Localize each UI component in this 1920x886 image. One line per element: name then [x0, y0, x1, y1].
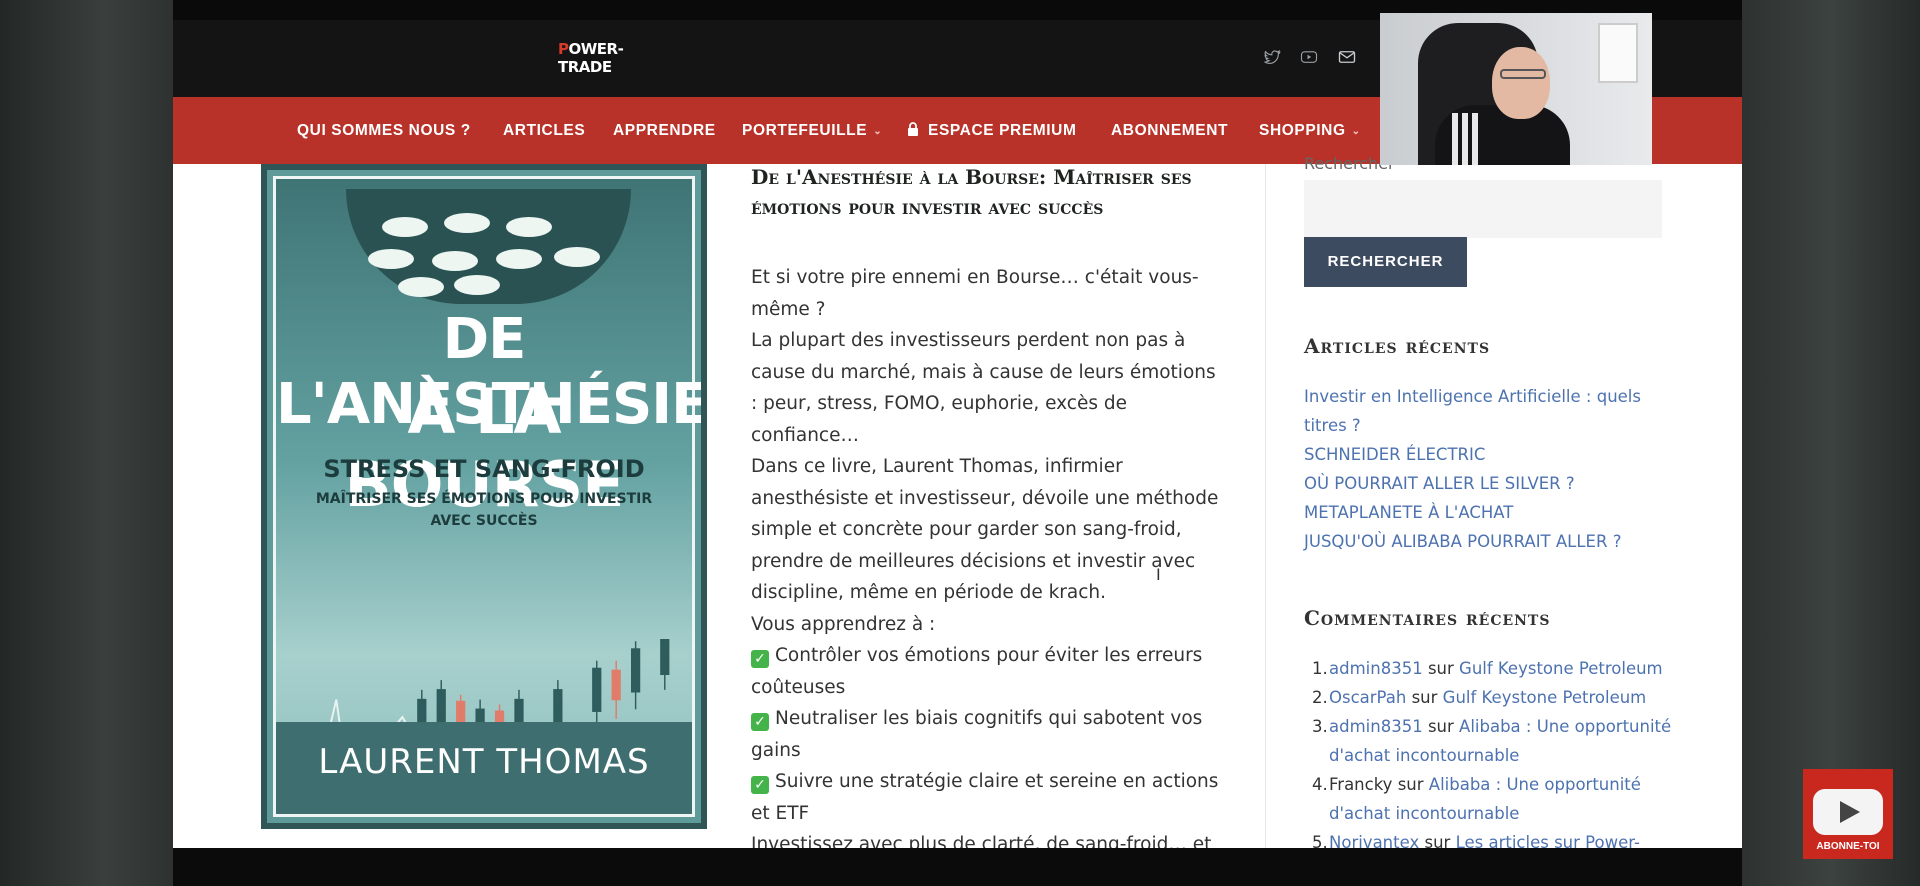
letterbox-bottom — [173, 848, 1742, 886]
surgical-lamp-graphic — [346, 189, 631, 304]
comment-number: 2. — [1312, 688, 1328, 707]
article-title: De l'Anesthésie à la Bourse: Maîtriser s… — [751, 165, 1192, 219]
comment-item: 3. admin8351 sur Alibaba : Une opportunit… — [1304, 712, 1674, 770]
bullet-text: Suivre une stratégie claire et sereine e… — [751, 771, 1219, 824]
bullet-text: Neutraliser les biais cognitifs qui sabo… — [751, 708, 1203, 761]
article-bullet-1: ✓ Contrôler vos émotions pour éviter les … — [751, 640, 1221, 703]
webcam-stripe — [1472, 113, 1478, 165]
lamp-bulb — [398, 277, 444, 297]
webcam-person-head — [1492, 47, 1550, 119]
lamp-bulb — [432, 251, 478, 271]
article-bullet-2: ✓ Neutraliser les biais cognitifs qui sab… — [751, 703, 1221, 766]
recent-article-link[interactable]: JUSQU'OÙ ALIBABA POURRAIT ALLER ? — [1304, 527, 1664, 556]
webcam-overlay — [1380, 13, 1652, 165]
nav-apprendre[interactable]: APPRENDRE — [613, 97, 716, 164]
book-tagline-1: MAÎTRISER SES ÉMOTIONS POUR INVESTIR — [315, 491, 653, 507]
comment-author-link[interactable]: admin8351 — [1329, 717, 1423, 736]
article-intro-2: La plupart des investisseurs perdent non… — [751, 330, 1216, 446]
text-cursor-icon: I — [1156, 565, 1161, 584]
nav-espace-premium[interactable]: ESPACE PREMIUM — [907, 97, 1077, 164]
nav-qui-sommes-nous[interactable]: QUI SOMMES NOUS ? — [297, 97, 471, 164]
comment-number: 5. — [1312, 833, 1328, 848]
lamp-bulb — [506, 217, 552, 237]
lamp-bulb — [496, 249, 542, 269]
comment-author-link[interactable]: Norivantex — [1329, 833, 1419, 848]
recent-article-link[interactable]: METAPLANETE À L'ACHAT — [1304, 498, 1664, 527]
webcam-stripe — [1462, 113, 1468, 165]
chevron-down-icon: ⌄ — [873, 126, 883, 137]
comment-sep: sur — [1411, 688, 1438, 707]
youtube-subscribe-badge[interactable]: ABONNE-TOI — [1803, 769, 1893, 859]
lamp-bulb — [382, 217, 428, 237]
article-closing: Investissez avec plus de clarté, de sang… — [751, 834, 1212, 848]
comment-item: 5. Norivantex sur Les articles sur Power- — [1304, 828, 1674, 848]
comment-author-link[interactable]: admin8351 — [1329, 659, 1423, 678]
article-learn-heading: Vous apprendrez à : — [751, 613, 936, 635]
subscribe-label: ABONNE-TOI — [1816, 841, 1880, 852]
article-body: Et si votre pire ennemi en Bourse… c'éta… — [751, 262, 1221, 848]
video-background-right — [1742, 0, 1920, 886]
comment-number: 1. — [1312, 659, 1328, 678]
recent-comments-title: Commentaires récents — [1304, 606, 1551, 630]
content-divider — [1265, 164, 1266, 848]
nav-abonnement[interactable]: ABONNEMENT — [1111, 97, 1228, 164]
lamp-bulb — [444, 213, 490, 233]
comment-number: 4. — [1312, 775, 1328, 794]
nav-espace-premium-label: ESPACE PREMIUM — [928, 122, 1077, 139]
recent-article-link[interactable]: Investir en Intelligence Artificielle : … — [1304, 382, 1664, 440]
play-triangle — [1840, 801, 1860, 823]
book-author: LAURENT THOMAS — [318, 742, 650, 782]
comment-sep: sur — [1427, 717, 1454, 736]
webcam-picture-frame — [1598, 23, 1638, 83]
comment-post-link[interactable]: Gulf Keystone Petroleum — [1459, 659, 1663, 678]
book-tagline-2: AVEC SUCCÈS — [430, 513, 538, 529]
youtube-play-icon — [1813, 789, 1883, 835]
recent-comments-list: 1. admin8351 sur Gulf Keystone Petroleum … — [1304, 654, 1674, 848]
webcam-stripe — [1452, 113, 1458, 165]
comment-sep: sur — [1397, 775, 1424, 794]
lamp-bulb — [554, 247, 600, 267]
search-button[interactable]: RECHERCHER — [1304, 237, 1467, 287]
book-subtitle: STRESS ET SANG-FROID — [323, 455, 645, 483]
comment-post-link[interactable]: Gulf Keystone Petroleum — [1443, 688, 1647, 707]
comment-sep: sur — [1424, 833, 1451, 848]
book-cover-image[interactable]: DE L'ANESTHÉSIE À LA BOURSE STRESS ET SA… — [261, 164, 707, 829]
comment-author: Francky — [1329, 775, 1393, 794]
comment-number: 3. — [1312, 717, 1328, 736]
nav-articles[interactable]: ARTICLES — [503, 97, 585, 164]
lamp-bulb — [368, 249, 414, 269]
recent-articles-title: Articles récents — [1304, 334, 1491, 358]
twitter-icon[interactable] — [1263, 48, 1283, 68]
comment-item: 1. admin8351 sur Gulf Keystone Petroleum — [1304, 654, 1674, 683]
comment-author-link[interactable]: OscarPah — [1329, 688, 1406, 707]
recent-article-link[interactable]: SCHNEIDER ÉLECTRIC — [1304, 440, 1664, 469]
mail-icon[interactable] — [1338, 48, 1358, 68]
video-background-left — [0, 0, 173, 886]
recent-article-link[interactable]: OÙ POURRAIT ALLER LE SILVER ? — [1304, 469, 1664, 498]
article-bullet-3: ✓ Suivre une stratégie claire et sereine … — [751, 766, 1221, 829]
logo-initial: P — [558, 40, 569, 58]
lock-icon — [907, 99, 919, 166]
article-intro-1: Et si votre pire ennemi en Bourse… c'éta… — [751, 267, 1199, 320]
recent-articles-list: Investir en Intelligence Artificielle : … — [1304, 382, 1664, 556]
logo-text: OWER-TRADE — [558, 40, 624, 76]
comment-sep: sur — [1427, 659, 1454, 678]
article-intro-3: Dans ce livre, Laurent Thomas, infirmier… — [751, 456, 1219, 603]
search-input[interactable] — [1304, 180, 1662, 238]
bullet-text: Contrôler vos émotions pour éviter les e… — [751, 645, 1203, 698]
check-icon: ✓ — [751, 776, 769, 794]
check-icon: ✓ — [751, 650, 769, 668]
youtube-icon[interactable] — [1300, 48, 1320, 68]
lamp-bulb — [454, 275, 500, 295]
book-cover-art: DE L'ANESTHÉSIE À LA BOURSE STRESS ET SA… — [273, 176, 701, 817]
nav-shopping-label: SHOPPING — [1259, 122, 1346, 139]
webcam-glasses — [1500, 69, 1546, 79]
comment-item: 2. OscarPah sur Gulf Keystone Petroleum — [1304, 683, 1674, 712]
check-icon: ✓ — [751, 713, 769, 731]
site-logo[interactable]: POWER-TRADE — [558, 40, 650, 76]
nav-portefeuille[interactable]: PORTEFEUILLE ⌄ — [742, 97, 882, 164]
comment-item: 4. Francky sur Alibaba : Une opportunité … — [1304, 770, 1674, 828]
nav-portefeuille-label: PORTEFEUILLE — [742, 122, 868, 139]
comment-post-link[interactable]: Les articles sur Power- — [1456, 833, 1640, 848]
